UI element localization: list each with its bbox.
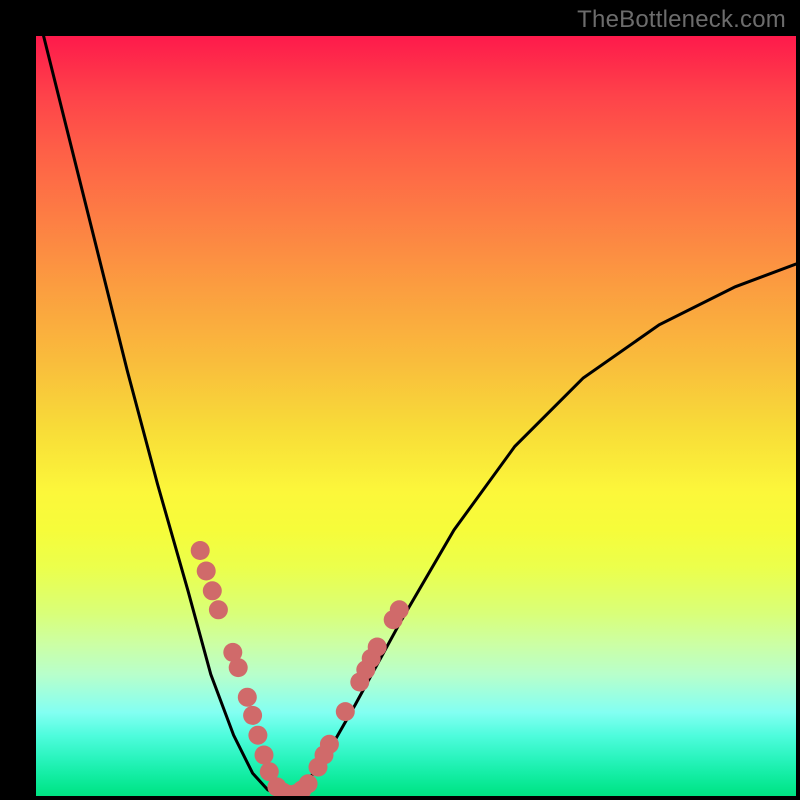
data-dot [255,746,274,765]
bottleneck-curve-svg [36,36,796,796]
data-dot [390,600,409,619]
data-dot [238,688,257,707]
data-dot [229,658,248,677]
data-dot [320,735,339,754]
left-black-border [0,0,36,800]
data-dot [368,638,387,657]
data-dot [203,581,222,600]
data-dot [197,562,216,581]
data-dot [209,600,228,619]
data-dot [243,706,262,725]
data-dot [191,541,210,560]
bottom-black-border [0,796,800,800]
data-dot [248,726,267,745]
chart-stage: TheBottleneck.com [0,0,800,800]
data-dot [299,774,318,793]
watermark-text: TheBottleneck.com [577,6,786,34]
gradient-plot-area [36,36,796,796]
data-dot [336,702,355,721]
bottleneck-curve-path [36,36,796,796]
